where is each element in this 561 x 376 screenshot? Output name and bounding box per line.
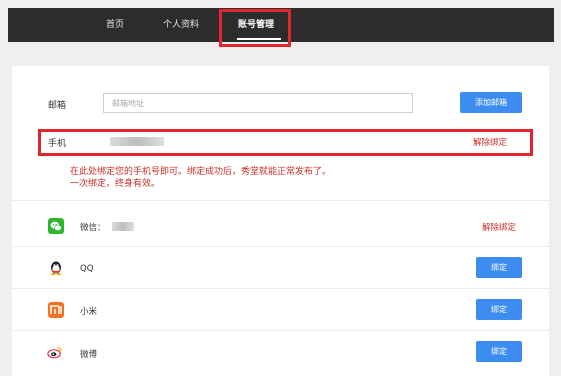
wechat-icon — [48, 218, 64, 234]
row-divider — [12, 246, 549, 247]
qq-bind-button[interactable]: 绑定 — [476, 257, 522, 278]
wechat-label: 微信： — [80, 223, 106, 233]
masked-wechat-account — [112, 222, 134, 231]
section-divider — [12, 200, 549, 201]
xiaomi-bind-button[interactable]: 绑定 — [476, 299, 522, 320]
add-email-button[interactable]: 添加邮箱 — [460, 92, 522, 113]
wechat-unbind-link[interactable]: 解除绑定 — [482, 221, 516, 233]
xiaomi-icon — [48, 302, 64, 318]
bind-notice-line2: 一次绑定，终身有效。 — [70, 179, 161, 189]
phone-unbind-link[interactable]: 解除绑定 — [473, 136, 507, 148]
weibo-bind-button[interactable]: 绑定 — [476, 341, 522, 362]
qq-icon — [48, 260, 64, 276]
qq-label: QQ — [80, 264, 94, 274]
masked-phone-number — [110, 137, 164, 146]
nav-item-account-management[interactable]: 账号管理 — [238, 8, 274, 42]
phone-label: 手机 — [48, 139, 67, 149]
email-input[interactable] — [103, 93, 413, 113]
nav-item-profile[interactable]: 个人资料 — [163, 8, 199, 42]
weibo-label: 微博 — [80, 350, 98, 360]
nav-item-home[interactable]: 首页 — [106, 8, 124, 42]
weibo-icon — [47, 344, 63, 360]
bind-notice-line1: 在此处绑定您的手机号即可。绑定成功后，秀堂就能正常发布了。 — [70, 167, 332, 177]
bind-notice: 在此处绑定您的手机号即可。绑定成功后，秀堂就能正常发布了。 一次绑定，终身有效。 — [70, 166, 331, 190]
xiaomi-label: 小米 — [80, 307, 98, 317]
email-label: 邮箱 — [48, 101, 67, 111]
row-divider — [12, 330, 549, 331]
active-tab-indicator — [237, 38, 281, 40]
top-nav-bar: 首页 个人资料 账号管理 — [8, 8, 554, 42]
row-divider — [12, 288, 549, 289]
